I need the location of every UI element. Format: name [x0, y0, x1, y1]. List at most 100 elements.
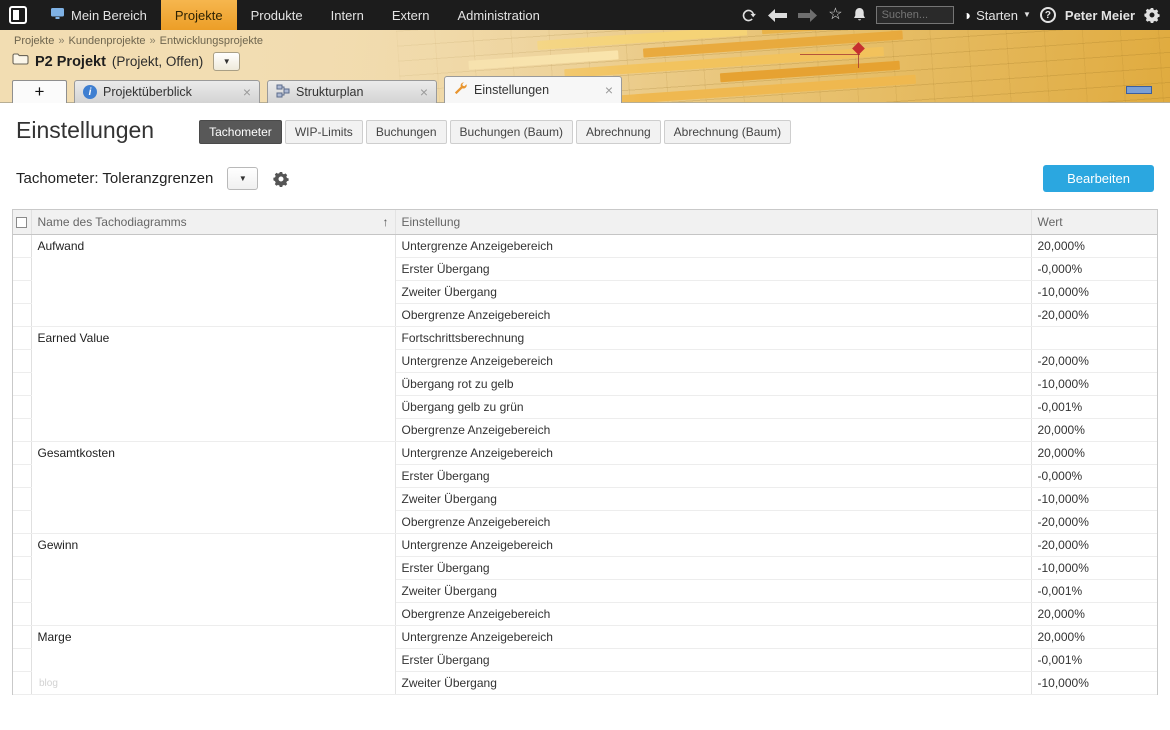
edit-button[interactable]: Bearbeiten [1043, 165, 1154, 192]
row-select-cell[interactable] [13, 533, 32, 557]
row-select-cell[interactable] [13, 349, 32, 373]
add-tab-button[interactable]: + [12, 80, 67, 103]
column-header-setting[interactable]: Einstellung [395, 210, 1032, 235]
select-all-checkbox[interactable] [16, 216, 28, 228]
row-select-cell[interactable] [13, 418, 32, 442]
tab-projektueberblick[interactable]: i Projektüberblick × [74, 80, 260, 103]
tab-bar: + i Projektüberblick × Strukturplan × Ei… [12, 76, 622, 103]
tab-label: Strukturplan [296, 85, 364, 99]
column-header-name[interactable]: ↑ Name des Tachodiagramms [31, 210, 396, 235]
table-row[interactable]: Aufwand Untergrenze Anzeigebereich 20,000% [13, 234, 1157, 327]
close-icon[interactable]: × [605, 83, 613, 97]
value-cell: -0,000% [1031, 464, 1157, 488]
setting-cell: Fortschrittsberechnung [395, 326, 1032, 350]
starten-icon: ◑ [962, 7, 972, 23]
gantt-line-decoration [858, 54, 859, 68]
row-select-cell[interactable] [13, 372, 32, 396]
starten-menu[interactable]: ◑ Starten ▼ [963, 8, 1031, 23]
value-cell: -10,000% [1031, 671, 1157, 695]
nav-label: Intern [330, 7, 364, 23]
nav-produkte[interactable]: Produkte [237, 0, 317, 30]
setting-cell: Erster Übergang [395, 464, 1032, 488]
table-row[interactable]: Gewinn Untergrenze Anzeigebereich -20,000% [13, 533, 1157, 626]
setting-cell: Untergrenze Anzeigebereich [395, 234, 1032, 258]
row-select-cell[interactable] [13, 556, 32, 580]
project-header: P2 Projekt (Projekt, Offen) ▼ [12, 52, 241, 71]
nav-extern[interactable]: Extern [378, 0, 444, 30]
row-select-cell[interactable] [13, 395, 32, 419]
setting-cell: Zweiter Übergang [395, 280, 1032, 304]
row-select-cell[interactable] [13, 648, 32, 672]
breadcrumb-item[interactable]: Kundenprojekte [68, 35, 145, 47]
nav-projekte[interactable]: Projekte [160, 0, 237, 30]
help-icon[interactable]: ? [1039, 7, 1056, 23]
setting-cell: Untergrenze Anzeigebereich [395, 441, 1032, 465]
table-row[interactable]: Earned Value Fortschrittsberechnung [13, 326, 1157, 442]
folder-icon [12, 52, 29, 71]
value-cell: 20,000% [1031, 418, 1157, 442]
setting-cell: Erster Übergang [395, 556, 1032, 580]
row-select-cell[interactable] [13, 280, 32, 304]
chevron-down-icon: ▼ [238, 173, 247, 183]
nav-mein-bereich[interactable]: Mein Bereich [36, 0, 161, 30]
diagram-name-cell: Aufwand [31, 234, 396, 327]
project-title[interactable]: P2 Projekt [35, 54, 106, 70]
subtab-buchungen-baum[interactable]: Buchungen (Baum) [449, 120, 573, 144]
user-menu[interactable]: Peter Meier [1065, 8, 1135, 23]
diagram-name-cell: Earned Value [31, 326, 396, 442]
value-cell: -0,001% [1031, 579, 1157, 603]
subtab-buchungen[interactable]: Buchungen [365, 120, 447, 144]
row-select-cell[interactable] [13, 464, 32, 488]
row-select-cell[interactable] [13, 487, 32, 511]
subtab-abrechnung-baum[interactable]: Abrechnung (Baum) [663, 120, 792, 144]
gantt-line-decoration [800, 54, 860, 55]
row-select-cell[interactable] [13, 303, 32, 327]
close-icon[interactable]: × [420, 85, 428, 99]
breadcrumb-item[interactable]: Projekte [14, 35, 54, 47]
row-select-cell[interactable] [13, 625, 32, 649]
section-dropdown-button[interactable]: ▼ [227, 167, 259, 190]
row-select-cell[interactable] [13, 579, 32, 603]
setting-cell: Erster Übergang [395, 257, 1032, 281]
row-select-cell[interactable] [13, 326, 32, 350]
setting-cell: Zweiter Übergang [395, 579, 1032, 603]
row-select-cell[interactable] [13, 671, 32, 695]
favorites-star-icon[interactable]: ☆ [828, 7, 842, 23]
settings-table-body: Aufwand Untergrenze Anzeigebereich 20,000%… [13, 234, 1157, 695]
breadcrumb: Projekte» Kundenprojekte» Entwicklungsproj… [14, 35, 263, 47]
refresh-icon[interactable] [740, 7, 757, 24]
project-subtitle: (Projekt, Offen) [111, 54, 204, 69]
section-gear-icon[interactable] [269, 167, 293, 190]
table-row[interactable]: Marge Untergrenze Anzeigebereich 20,000% [13, 625, 1157, 695]
settings-gear-icon[interactable] [1144, 7, 1160, 23]
row-select-cell[interactable] [13, 441, 32, 465]
project-dropdown-button[interactable]: ▼ [213, 52, 241, 71]
close-icon[interactable]: × [243, 85, 251, 99]
setting-cell: Obergrenze Anzeigebereich [395, 602, 1032, 626]
subtab-wip-limits[interactable]: WIP-Limits [284, 120, 363, 144]
back-arrow-icon[interactable] [766, 8, 788, 23]
nav-intern[interactable]: Intern [317, 0, 378, 30]
value-cell: 20,000% [1031, 234, 1157, 258]
value-cell: -0,001% [1031, 648, 1157, 672]
value-cell: 20,000% [1031, 441, 1157, 465]
page-title: Einstellungen [16, 116, 155, 143]
notifications-bell-icon[interactable] [852, 7, 867, 23]
column-header-wert[interactable]: Wert [1031, 210, 1157, 235]
tree-icon [276, 84, 290, 101]
forward-arrow-icon[interactable] [797, 8, 819, 23]
nav-administration[interactable]: Administration [443, 0, 553, 30]
row-select-cell[interactable] [13, 234, 32, 258]
app-logo-icon[interactable] [0, 0, 36, 30]
row-select-cell[interactable] [13, 257, 32, 281]
tab-strukturplan[interactable]: Strukturplan × [267, 80, 437, 103]
subtab-abrechnung[interactable]: Abrechnung [575, 120, 661, 144]
tab-einstellungen[interactable]: Einstellungen × [444, 76, 622, 103]
setting-cell: Zweiter Übergang [395, 487, 1032, 511]
row-select-cell[interactable] [13, 510, 32, 534]
row-select-cell[interactable] [13, 602, 32, 626]
breadcrumb-item[interactable]: Entwicklungsprojekte [160, 35, 263, 47]
subtab-tachometer[interactable]: Tachometer [199, 120, 282, 144]
table-row[interactable]: Gesamtkosten Untergrenze Anzeigebereich 20… [13, 441, 1157, 534]
search-input[interactable] [875, 6, 954, 24]
